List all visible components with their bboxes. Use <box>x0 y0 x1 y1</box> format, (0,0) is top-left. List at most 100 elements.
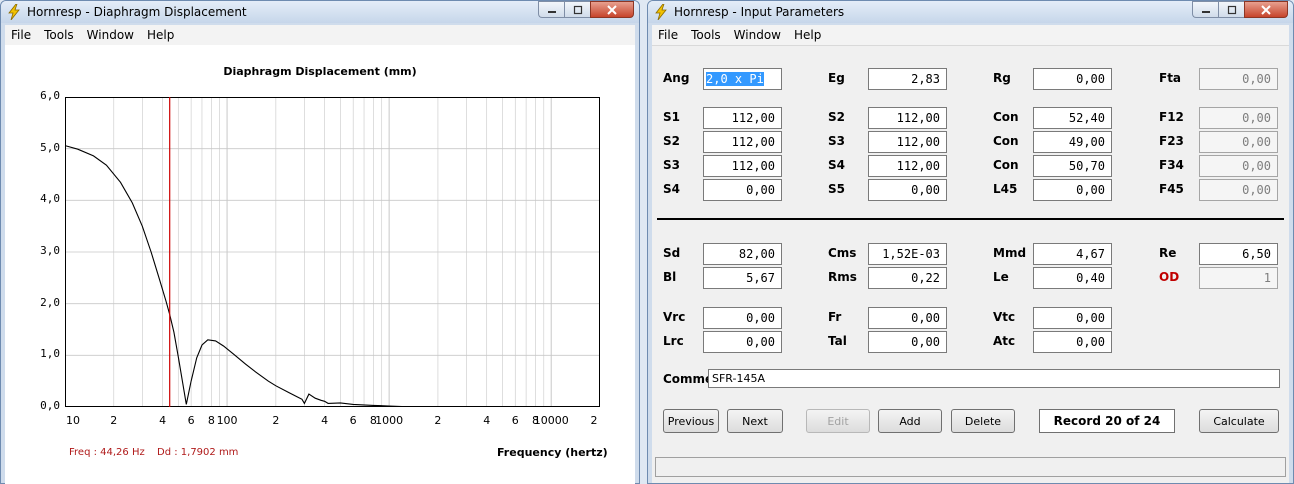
param-input-od-27[interactable]: 1 <box>1199 267 1278 289</box>
param-input-ang-0[interactable]: 2,0 x Pi <box>703 68 782 90</box>
x-tick-label: 4 <box>159 414 167 427</box>
param-input-vtc-30[interactable]: 0,00 <box>1033 307 1112 329</box>
next-button[interactable]: Next <box>727 409 783 433</box>
param-label-s5-17: S5 <box>828 182 845 196</box>
param-label-cms-21: Cms <box>828 246 857 260</box>
param-input-s5-17[interactable]: 0,00 <box>868 179 947 201</box>
x-tick-label: 10000 <box>533 414 569 427</box>
param-input-s1-4[interactable]: 112,00 <box>703 107 782 129</box>
param-input-rms-25[interactable]: 0,22 <box>868 267 947 289</box>
x-tick-label: 6 <box>187 414 195 427</box>
maximize-button[interactable] <box>1218 1 1244 18</box>
maximize-button[interactable] <box>564 1 590 18</box>
title-bar[interactable]: Hornresp - Diaphragm Displacement <box>1 1 639 23</box>
plot-client-area[interactable]: Diaphragm Displacement (mm) 0,0 1,0 2,0 3,0… <box>5 45 635 484</box>
param-input-s4-16[interactable]: 0,00 <box>703 179 782 201</box>
param-label-l45-18: L45 <box>993 182 1018 196</box>
maximize-icon <box>1227 5 1236 14</box>
param-label-f45-19: F45 <box>1159 182 1184 196</box>
menu-tools[interactable]: Tools <box>685 25 728 45</box>
minimize-button[interactable] <box>538 1 564 18</box>
x-tick-label: 6 <box>349 414 357 427</box>
status-bar <box>655 457 1286 477</box>
cursor-frequency-readout: Freq : 44,26 Hz <box>69 447 145 458</box>
param-input-s4-13[interactable]: 112,00 <box>868 155 947 177</box>
param-label-f34-15: F34 <box>1159 158 1184 172</box>
edit-button[interactable]: Edit <box>806 409 870 433</box>
param-input-eg-1[interactable]: 2,83 <box>868 68 947 90</box>
y-tick-label: 4,0 <box>40 192 60 206</box>
param-label-vrc-28: Vrc <box>663 310 686 324</box>
param-input-rg-2[interactable]: 0,00 <box>1033 68 1112 90</box>
calculate-button[interactable]: Calculate <box>1199 409 1279 433</box>
menu-help[interactable]: Help <box>141 25 181 45</box>
param-label-lrc-31: Lrc <box>663 334 684 348</box>
selected-text: 2,0 x Pi <box>706 72 764 86</box>
param-input-fta-3[interactable]: 0,00 <box>1199 68 1278 90</box>
menu-window[interactable]: Window <box>728 25 788 45</box>
param-label-od-27: OD <box>1159 270 1180 284</box>
hornresp-lightning-icon <box>655 4 667 20</box>
param-label-mmd-22: Mmd <box>993 246 1027 260</box>
x-tick-label: 2 <box>272 414 280 427</box>
param-input-f23-11[interactable]: 0,00 <box>1199 131 1278 153</box>
param-input-con-10[interactable]: 49,00 <box>1033 131 1112 153</box>
close-button[interactable] <box>1244 1 1288 18</box>
param-input-s3-9[interactable]: 112,00 <box>868 131 947 153</box>
add-button[interactable]: Add <box>878 409 942 433</box>
param-input-f34-15[interactable]: 0,00 <box>1199 155 1278 177</box>
param-label-s4-16: S4 <box>663 182 680 196</box>
menu-window[interactable]: Window <box>81 25 141 45</box>
param-input-lrc-31[interactable]: 0,00 <box>703 331 782 353</box>
param-label-fta-3: Fta <box>1159 71 1182 85</box>
param-input-mmd-22[interactable]: 4,67 <box>1033 243 1112 265</box>
param-input-atc-33[interactable]: 0,00 <box>1033 331 1112 353</box>
x-tick-label: 2 <box>590 414 598 427</box>
x-tick-label: 6 <box>511 414 519 427</box>
param-input-fr-29[interactable]: 0,00 <box>868 307 947 329</box>
y-tick-label: 1,0 <box>40 347 60 361</box>
minimize-button[interactable] <box>1192 1 1218 18</box>
param-label-con-14: Con <box>993 158 1019 172</box>
param-input-vrc-28[interactable]: 0,00 <box>703 307 782 329</box>
previous-button[interactable]: Previous <box>663 409 719 433</box>
minimize-icon <box>547 10 556 13</box>
param-input-tal-32[interactable]: 0,00 <box>868 331 947 353</box>
param-input-s3-12[interactable]: 112,00 <box>703 155 782 177</box>
close-button[interactable] <box>590 1 634 18</box>
minimize-icon <box>1201 10 1210 13</box>
param-label-s2-8: S2 <box>663 134 680 148</box>
param-input-le-26[interactable]: 0,40 <box>1033 267 1112 289</box>
hornresp-lightning-icon <box>8 4 20 20</box>
param-input-sd-20[interactable]: 82,00 <box>703 243 782 265</box>
x-tick-label: 2 <box>110 414 118 427</box>
x-tick-label: 4 <box>321 414 329 427</box>
menu-tools[interactable]: Tools <box>38 25 81 45</box>
chart-plot-area[interactable] <box>65 97 600 407</box>
menu-help[interactable]: Help <box>788 25 828 45</box>
param-input-f12-7[interactable]: 0,00 <box>1199 107 1278 129</box>
x-tick-label: 100 <box>216 414 238 427</box>
param-input-con-6[interactable]: 52,40 <box>1033 107 1112 129</box>
param-input-cms-21[interactable]: 1,52E-03 <box>868 243 947 265</box>
displacement-curve <box>65 145 600 407</box>
delete-button[interactable]: Delete <box>951 409 1015 433</box>
param-input-f45-19[interactable]: 0,00 <box>1199 179 1278 201</box>
param-label-s4-13: S4 <box>828 158 845 172</box>
param-label-s2-5: S2 <box>828 110 845 124</box>
comment-input[interactable]: SFR-145A <box>708 369 1280 388</box>
param-input-re-23[interactable]: 6,50 <box>1199 243 1278 265</box>
title-bar[interactable]: Hornresp - Input Parameters <box>648 1 1293 23</box>
y-tick-label: 5,0 <box>40 140 60 154</box>
param-label-atc-33: Atc <box>993 334 1016 348</box>
param-input-con-14[interactable]: 50,70 <box>1033 155 1112 177</box>
param-input-s2-8[interactable]: 112,00 <box>703 131 782 153</box>
x-tick-label: 8 <box>207 414 215 427</box>
menu-file[interactable]: File <box>652 25 685 45</box>
param-input-bl-24[interactable]: 5,67 <box>703 267 782 289</box>
param-input-s2-5[interactable]: 112,00 <box>868 107 947 129</box>
menu-file[interactable]: File <box>5 25 38 45</box>
param-label-ang-0: Ang <box>663 71 690 85</box>
param-input-l45-18[interactable]: 0,00 <box>1033 179 1112 201</box>
section-divider <box>657 218 1284 220</box>
